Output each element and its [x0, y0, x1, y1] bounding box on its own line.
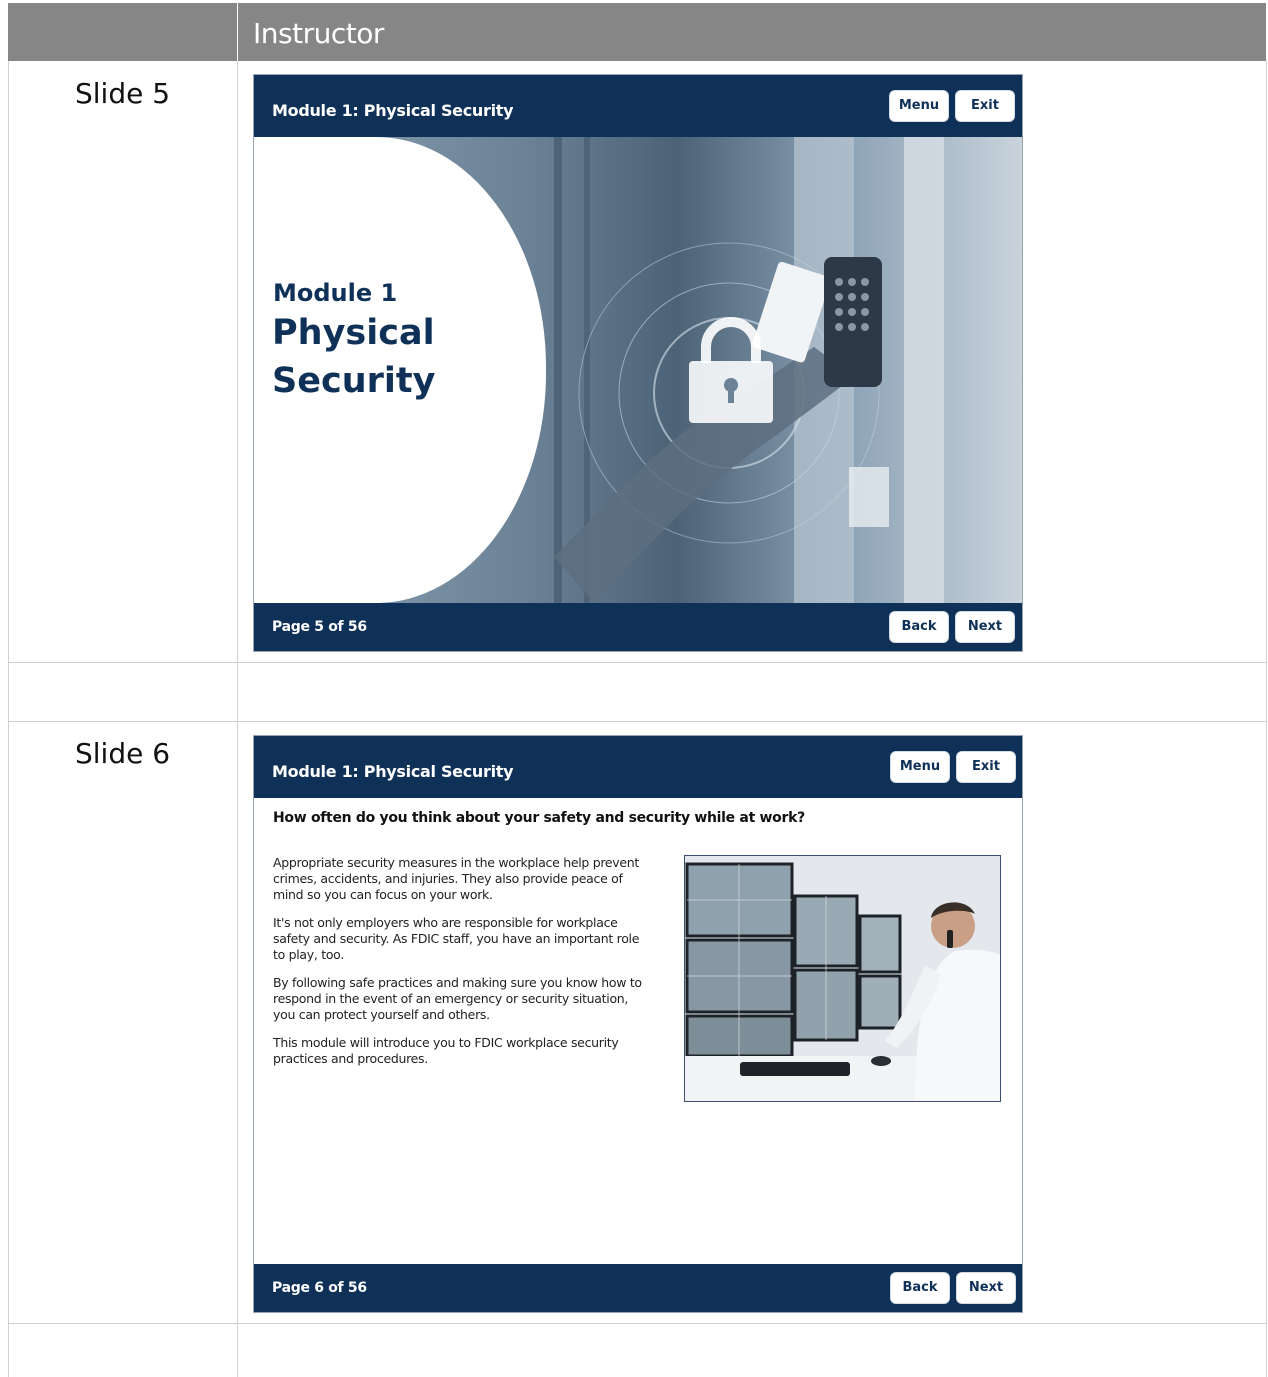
back-button[interactable]: Back — [890, 612, 948, 642]
exit-button[interactable]: Exit — [956, 91, 1014, 121]
slide-6-footer-bar: Page 6 of 56 Back Next — [254, 1264, 1022, 1312]
slide-6-screenshot: Module 1: Physical Security Menu Exit Ho… — [253, 735, 1023, 1313]
slide-5-header-title: Module 1: Physical Security — [272, 101, 514, 120]
next-button[interactable]: Next — [957, 1273, 1015, 1303]
security-monitoring-photo — [684, 855, 1001, 1102]
slide-table: Instructor Slide 5 Slide 6 Module 1: Phy… — [0, 0, 1268, 1377]
row-label-slide-5: Slide 5 — [75, 77, 171, 110]
row-label-slide-6: Slide 6 — [75, 737, 171, 770]
next-button[interactable]: Next — [956, 612, 1014, 642]
table-border-right — [1266, 61, 1267, 1377]
row-divider — [8, 1323, 1267, 1324]
slide-6-header-bar: Module 1: Physical Security Menu Exit — [254, 736, 1022, 798]
slide-5-heading-line-2: Security — [272, 361, 436, 401]
table-border-left — [8, 61, 9, 1377]
slide-6-paragraph: By following safe practices and making s… — [273, 975, 642, 1022]
slide-6-paragraph: Appropriate security measures in the wor… — [273, 855, 639, 902]
instructor-header: Instructor — [253, 17, 384, 50]
page-indicator: Page 6 of 56 — [272, 1280, 367, 1296]
menu-button[interactable]: Menu — [890, 91, 948, 121]
table-header-cell-empty — [8, 3, 237, 61]
slide-6-question: How often do you think about your safety… — [273, 810, 805, 826]
padlock-icon — [689, 317, 773, 423]
slide-6-header-title: Module 1: Physical Security — [272, 762, 514, 781]
module-label: Module 1 — [273, 279, 398, 307]
slide-5-header-bar: Module 1: Physical Security Menu Exit — [254, 75, 1022, 137]
slide-5-heading-line-1: Physical — [272, 313, 435, 353]
slide-5-screenshot: Module 1: Physical Security Menu Exit Mo… — [253, 74, 1023, 652]
menu-button[interactable]: Menu — [891, 752, 949, 782]
table-header-cell-instructor: Instructor — [238, 3, 1266, 61]
slide-6-paragraph: It's not only employers who are responsi… — [273, 915, 640, 962]
page-indicator: Page 5 of 56 — [272, 619, 367, 635]
row-divider — [8, 662, 1267, 663]
table-column-divider — [237, 61, 238, 1377]
row-divider — [8, 721, 1267, 722]
back-button[interactable]: Back — [891, 1273, 949, 1303]
exit-button[interactable]: Exit — [957, 752, 1015, 782]
slide-5-footer-bar: Page 5 of 56 Back Next — [254, 603, 1022, 651]
slide-6-paragraph: This module will introduce you to FDIC w… — [273, 1035, 619, 1066]
security-monitoring-illustration — [685, 856, 1000, 1101]
